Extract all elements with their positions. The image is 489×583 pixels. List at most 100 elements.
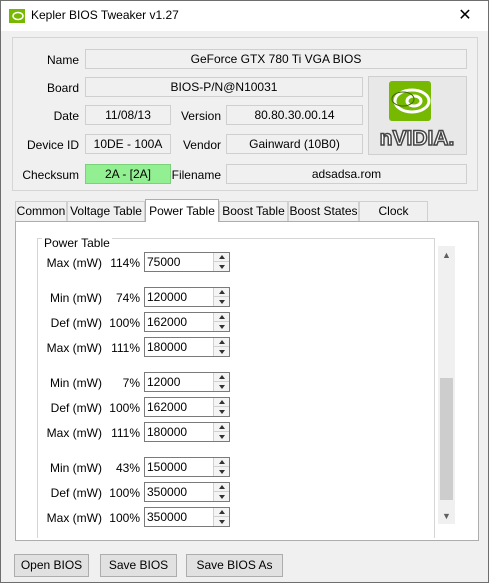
spin-up-icon[interactable] [214, 288, 229, 297]
date-field: 11/08/13 [85, 105, 171, 125]
power-value[interactable]: 350000 [147, 510, 187, 524]
power-value-stepper[interactable]: 162000 [144, 397, 230, 417]
power-value-stepper[interactable]: 150000 [144, 457, 230, 477]
version-field: 80.80.30.00.14 [226, 105, 363, 125]
checksum-label: Checksum [22, 168, 79, 182]
device-id-label: Device ID [26, 138, 79, 152]
power-value[interactable]: 180000 [147, 340, 187, 354]
spin-buttons [213, 483, 229, 501]
device-id-field: 10DE - 100A [85, 134, 171, 154]
spin-down-icon[interactable] [214, 517, 229, 526]
power-value[interactable]: 162000 [147, 400, 187, 414]
scroll-thumb[interactable] [440, 378, 453, 500]
power-value[interactable]: 75000 [147, 255, 180, 269]
scroll-up-icon[interactable]: ▲ [438, 246, 455, 263]
spin-down-icon[interactable] [214, 467, 229, 476]
filename-field: adsadsa.rom [226, 164, 467, 184]
tab-boost-states[interactable]: Boost States [288, 201, 359, 221]
power-table-page: Power Table Max (mW) 114% 75000 Min (mW) 74%… [15, 221, 479, 541]
spin-buttons [213, 423, 229, 441]
row-label: Max (mW) [46, 341, 102, 355]
spin-up-icon[interactable] [214, 483, 229, 492]
app-window: Kepler BIOS Tweaker v1.27 ✕ Name GeForce… [0, 0, 489, 583]
row-percent: 100% [109, 316, 140, 330]
save-bios-as-button[interactable]: Save BIOS As [186, 554, 283, 577]
name-field: GeForce GTX 780 Ti VGA BIOS [85, 49, 467, 69]
row-percent: 100% [109, 401, 140, 415]
power-value[interactable]: 12000 [147, 375, 180, 389]
power-value[interactable]: 180000 [147, 425, 187, 439]
spin-up-icon[interactable] [214, 423, 229, 432]
filename-label: Filename [171, 168, 221, 182]
row-label: Min (mW) [50, 291, 102, 305]
nvidia-wordmark: nVIDIA. [380, 127, 455, 150]
open-bios-button[interactable]: Open BIOS [14, 554, 89, 577]
power-value[interactable]: 120000 [147, 290, 187, 304]
spin-down-icon[interactable] [214, 382, 229, 391]
power-value-stepper[interactable]: 75000 [144, 252, 230, 272]
checksum-field: 2A - [2A] [85, 164, 171, 184]
spin-up-icon[interactable] [214, 338, 229, 347]
tab-clock-states[interactable]: Clock States [359, 201, 428, 236]
row-label: Min (mW) [50, 376, 102, 390]
spin-down-icon[interactable] [214, 322, 229, 331]
nvidia-eye-icon [9, 9, 25, 23]
row-label: Min (mW) [50, 461, 102, 475]
power-value-stepper[interactable]: 162000 [144, 312, 230, 332]
tab-common[interactable]: Common [15, 201, 67, 221]
spin-buttons [213, 313, 229, 331]
row-label: Max (mW) [46, 511, 102, 525]
row-percent: 114% [110, 256, 140, 270]
scroll-down-icon[interactable]: ▼ [438, 507, 455, 524]
spin-down-icon[interactable] [214, 347, 229, 356]
spin-buttons [213, 338, 229, 356]
power-value-stepper[interactable]: 180000 [144, 422, 230, 442]
vendor-label: Vendor [182, 138, 221, 152]
row-label: Max (mW) [46, 256, 102, 270]
nvidia-logo: nVIDIA. [368, 76, 467, 155]
power-value[interactable]: 350000 [147, 485, 187, 499]
power-value-stepper[interactable]: 12000 [144, 372, 230, 392]
row-percent: 100% [109, 511, 140, 525]
board-label: Board [46, 81, 79, 95]
spin-up-icon[interactable] [214, 373, 229, 382]
spin-down-icon[interactable] [214, 262, 229, 271]
spin-down-icon[interactable] [214, 432, 229, 441]
spin-buttons [213, 373, 229, 391]
close-button[interactable]: ✕ [442, 1, 488, 31]
version-label: Version [180, 109, 221, 123]
spin-up-icon[interactable] [214, 458, 229, 467]
row-percent: 111% [111, 426, 140, 440]
spin-up-icon[interactable] [214, 398, 229, 407]
bios-info-group: Name GeForce GTX 780 Ti VGA BIOS Board B… [12, 37, 478, 191]
date-label: Date [53, 109, 79, 123]
power-value[interactable]: 150000 [147, 460, 187, 474]
save-bios-button[interactable]: Save BIOS [100, 554, 177, 577]
spin-buttons [213, 288, 229, 306]
spin-up-icon[interactable] [214, 313, 229, 322]
row-percent: 7% [122, 376, 140, 390]
spin-buttons [213, 398, 229, 416]
tab-voltage-table[interactable]: Voltage Table [67, 201, 145, 221]
power-value-stepper[interactable]: 350000 [144, 482, 230, 502]
row-label: Def (mW) [50, 486, 102, 500]
row-percent: 100% [109, 486, 140, 500]
spin-buttons [213, 253, 229, 271]
tab-power-table[interactable]: Power Table [145, 199, 219, 222]
row-label: Def (mW) [50, 401, 102, 415]
spin-down-icon[interactable] [214, 407, 229, 416]
name-label: Name [46, 53, 79, 67]
vendor-field: Gainward (10B0) [226, 134, 363, 154]
spin-down-icon[interactable] [214, 297, 229, 306]
power-value-stepper[interactable]: 180000 [144, 337, 230, 357]
power-value[interactable]: 162000 [147, 315, 187, 329]
tab-boost-table[interactable]: Boost Table [219, 201, 288, 221]
spin-down-icon[interactable] [214, 492, 229, 501]
row-label: Def (mW) [50, 316, 102, 330]
spin-up-icon[interactable] [214, 508, 229, 517]
spin-up-icon[interactable] [214, 253, 229, 262]
power-value-stepper[interactable]: 120000 [144, 287, 230, 307]
power-table-legend: Power Table [42, 236, 112, 250]
power-value-stepper[interactable]: 350000 [144, 507, 230, 527]
vertical-scrollbar[interactable]: ▲ ▼ [438, 246, 455, 524]
